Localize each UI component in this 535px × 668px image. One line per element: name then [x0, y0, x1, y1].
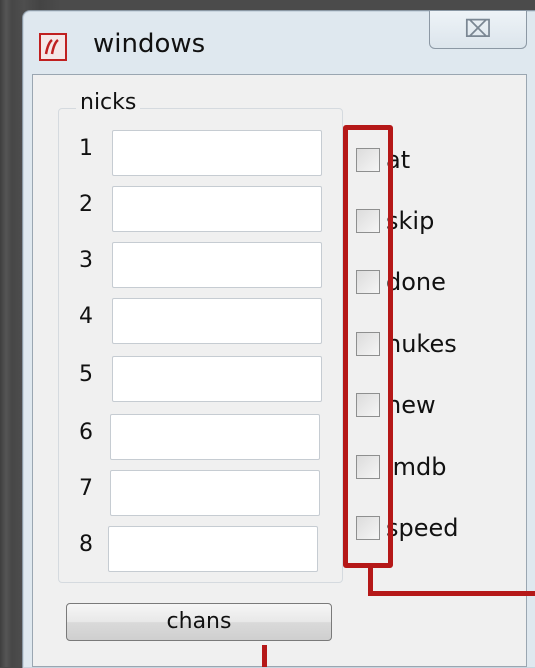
- app-logo-icon: [39, 33, 67, 61]
- checkbox-label-imdb: imdb: [386, 453, 447, 481]
- nick-number-8: 8: [79, 532, 93, 557]
- nick-input-8[interactable]: [108, 526, 318, 572]
- chans-button[interactable]: chans: [66, 603, 332, 641]
- nick-number-7: 7: [79, 476, 93, 501]
- nick-input-5[interactable]: [112, 356, 322, 402]
- checkbox-label-speed: speed: [386, 514, 459, 542]
- nick-input-7[interactable]: [110, 470, 320, 516]
- nick-input-1[interactable]: [112, 130, 322, 176]
- nick-input-2[interactable]: [112, 186, 322, 232]
- checkbox-label-nukes: nukes: [386, 330, 457, 358]
- nick-number-1: 1: [79, 136, 93, 161]
- checkbox-highlight-frame: [343, 125, 393, 568]
- nick-number-3: 3: [79, 248, 93, 273]
- nick-number-5: 5: [79, 362, 93, 387]
- checkbox-label-done: done: [386, 268, 446, 296]
- nick-number-4: 4: [79, 304, 93, 329]
- nicks-group-title: nicks: [76, 90, 141, 115]
- nick-input-4[interactable]: [112, 298, 322, 344]
- window-title: windows: [93, 29, 206, 59]
- highlight-connector-horizontal: [368, 591, 535, 596]
- nick-input-3[interactable]: [112, 242, 322, 288]
- title-bar[interactable]: windows ⌧: [23, 11, 535, 73]
- chans-highlight-connector: [262, 645, 267, 667]
- checkbox-label-new: new: [386, 391, 436, 419]
- checkbox-label-skip: skip: [386, 207, 435, 235]
- close-button[interactable]: ⌧: [429, 11, 527, 49]
- nick-input-6[interactable]: [110, 414, 320, 460]
- nick-number-2: 2: [79, 192, 93, 217]
- nick-number-6: 6: [79, 420, 93, 445]
